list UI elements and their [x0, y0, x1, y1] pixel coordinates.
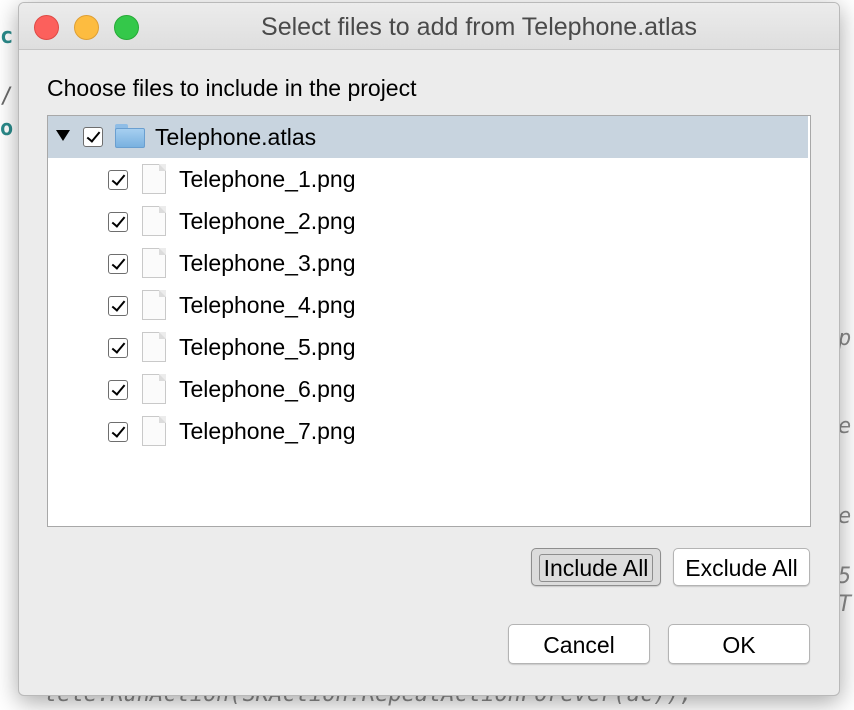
- file-checkbox[interactable]: [108, 254, 128, 274]
- include-all-label: Include All: [538, 554, 654, 582]
- tree-file-row[interactable]: Telephone_6.png: [48, 368, 808, 410]
- file-label: Telephone_2.png: [179, 208, 356, 234]
- file-icon: [142, 164, 166, 194]
- file-icon: [142, 332, 166, 362]
- file-checkbox[interactable]: [108, 338, 128, 358]
- tree-file-row[interactable]: Telephone_3.png: [48, 242, 808, 284]
- instruction-label: Choose files to include in the project: [47, 75, 417, 101]
- tree-root-row[interactable]: Telephone.atlas: [48, 116, 808, 158]
- file-label: Telephone_4.png: [179, 292, 356, 318]
- include-all-button[interactable]: Include All: [531, 548, 661, 586]
- tree-file-row[interactable]: Telephone_5.png: [48, 326, 808, 368]
- file-icon: [142, 206, 166, 236]
- file-checkbox[interactable]: [108, 380, 128, 400]
- title-bar: Select files to add from Telephone.atlas: [19, 3, 839, 50]
- file-icon: [142, 416, 166, 446]
- background-code-fragment: c: [0, 24, 14, 49]
- select-files-dialog: Select files to add from Telephone.atlas…: [18, 2, 840, 696]
- background-code-fragment: /: [0, 84, 14, 109]
- file-label: Telephone_1.png: [179, 166, 356, 192]
- file-checkbox[interactable]: [108, 422, 128, 442]
- file-icon: [142, 248, 166, 278]
- file-checkbox[interactable]: [108, 170, 128, 190]
- background-code-fragment: o: [0, 116, 14, 141]
- tree-file-row[interactable]: Telephone_2.png: [48, 200, 808, 242]
- folder-icon: [115, 124, 145, 148]
- tree-file-row[interactable]: Telephone_7.png: [48, 410, 808, 452]
- disclosure-triangle-icon[interactable]: [56, 130, 70, 141]
- root-checkbox[interactable]: [83, 127, 103, 147]
- file-checkbox[interactable]: [108, 296, 128, 316]
- tree-file-row[interactable]: Telephone_4.png: [48, 284, 808, 326]
- file-label: Telephone_5.png: [179, 334, 356, 360]
- ok-button[interactable]: OK: [668, 624, 810, 664]
- file-label: Telephone_3.png: [179, 250, 356, 276]
- root-label: Telephone.atlas: [155, 124, 317, 150]
- file-icon: [142, 290, 166, 320]
- file-checkbox[interactable]: [108, 212, 128, 232]
- file-tree[interactable]: Telephone.atlas Telephone_1.png Telephon…: [47, 115, 811, 527]
- cancel-button[interactable]: Cancel: [508, 624, 650, 664]
- file-icon: [142, 374, 166, 404]
- tree-file-row[interactable]: Telephone_1.png: [48, 158, 808, 200]
- file-label: Telephone_6.png: [179, 376, 356, 402]
- dialog-title: Select files to add from Telephone.atlas: [261, 13, 697, 41]
- file-label: Telephone_7.png: [179, 418, 356, 444]
- exclude-all-button[interactable]: Exclude All: [673, 548, 810, 586]
